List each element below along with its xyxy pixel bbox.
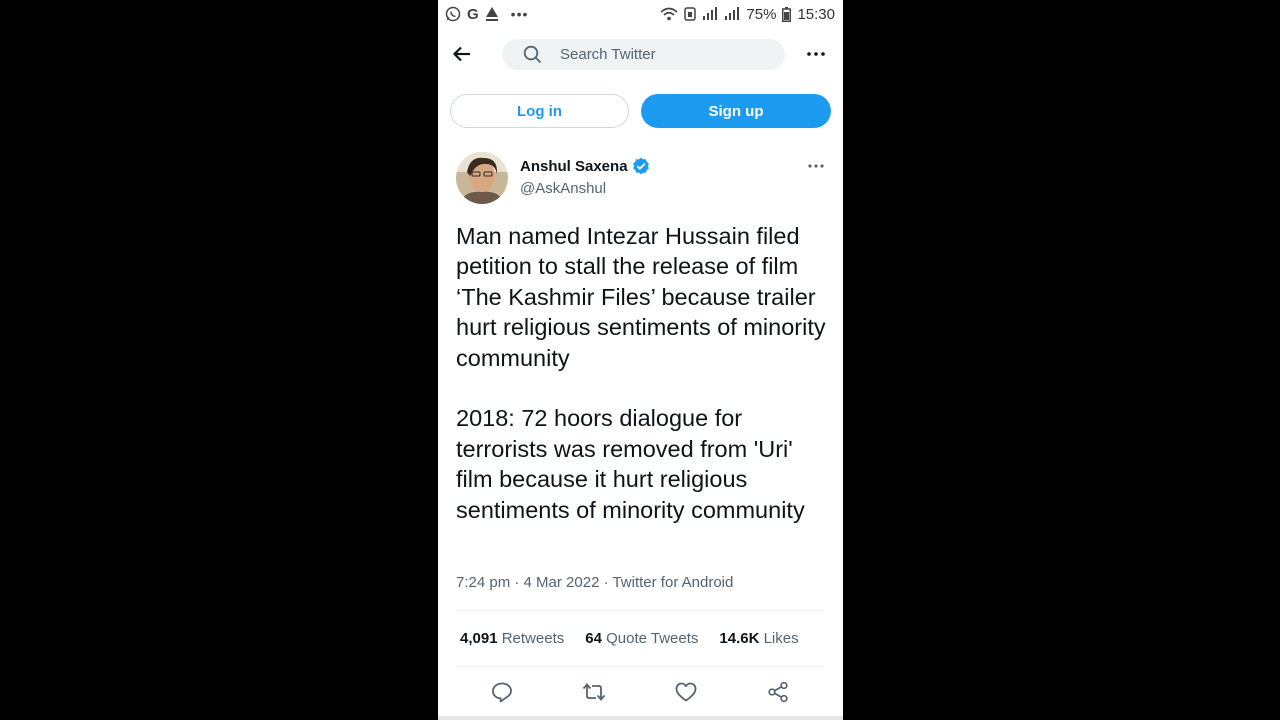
battery-icon bbox=[782, 6, 792, 22]
battery-percentage: 75% bbox=[746, 5, 777, 23]
more-notifications-icon: ••• bbox=[510, 6, 529, 22]
whatsapp-icon bbox=[445, 6, 461, 22]
sim-icon bbox=[684, 7, 697, 21]
phone-screen: G ••• 75% 15:30 Search Twitter Log in Si… bbox=[438, 0, 843, 720]
search-icon bbox=[522, 45, 542, 65]
retweets-count: 4,091 bbox=[460, 630, 498, 647]
author-avatar[interactable] bbox=[456, 152, 508, 204]
retweet-icon[interactable] bbox=[582, 680, 606, 704]
back-arrow-icon[interactable] bbox=[450, 42, 474, 66]
status-bar-left: G ••• bbox=[445, 6, 528, 23]
more-options-icon[interactable] bbox=[804, 44, 828, 64]
divider bbox=[456, 610, 825, 611]
wifi-icon bbox=[660, 7, 678, 21]
signal-icon-1 bbox=[702, 7, 718, 21]
reply-icon[interactable] bbox=[490, 680, 514, 704]
notification-icon bbox=[485, 6, 499, 22]
tweet-text: Man named Intezar Hussain filed petition… bbox=[456, 221, 831, 525]
tweet-more-options-icon[interactable] bbox=[804, 156, 828, 176]
like-heart-icon[interactable] bbox=[674, 680, 698, 704]
google-icon: G bbox=[467, 5, 479, 23]
author-name-text: Anshul Saxena bbox=[520, 157, 628, 175]
search-input[interactable] bbox=[560, 46, 760, 63]
signup-button[interactable]: Sign up bbox=[641, 94, 831, 128]
retweets-label: Retweets bbox=[501, 630, 565, 647]
verified-badge-icon bbox=[632, 157, 650, 175]
status-bar-right: 75% 15:30 bbox=[660, 6, 835, 23]
tweet-paragraph: 2018: 72 hoors dialogue for terrorists w… bbox=[456, 405, 805, 523]
likes-label: Likes bbox=[763, 630, 799, 647]
share-icon[interactable] bbox=[766, 680, 790, 704]
retweets-stat[interactable]: 4,091 Retweets bbox=[460, 630, 564, 647]
author-name[interactable]: Anshul Saxena bbox=[520, 157, 650, 175]
signal-icon-2 bbox=[724, 7, 740, 21]
divider bbox=[456, 666, 825, 667]
search-bar[interactable] bbox=[502, 39, 785, 70]
tweet-stats: 4,091 Retweets 64 Quote Tweets 14.6K Lik… bbox=[460, 630, 820, 647]
tweet-actions bbox=[438, 680, 843, 706]
tweet-timestamp[interactable]: 7:24 pm · 4 Mar 2022 · Twitter for Andro… bbox=[456, 574, 733, 591]
likes-stat[interactable]: 14.6K Likes bbox=[719, 630, 798, 647]
top-navigation bbox=[438, 36, 843, 74]
login-button[interactable]: Log in bbox=[450, 94, 629, 128]
quotes-count: 64 bbox=[585, 630, 602, 647]
bottom-edge bbox=[438, 716, 843, 720]
author-handle[interactable]: @AskAnshul bbox=[520, 180, 606, 197]
clock-time: 15:30 bbox=[797, 5, 835, 23]
status-bar: G ••• 75% 15:30 bbox=[438, 0, 843, 28]
quote-tweets-stat[interactable]: 64 Quote Tweets bbox=[585, 630, 698, 647]
tweet-paragraph: Man named Intezar Hussain filed petition… bbox=[456, 223, 826, 371]
quotes-label: Quote Tweets bbox=[606, 630, 699, 647]
likes-count: 14.6K bbox=[719, 630, 760, 647]
